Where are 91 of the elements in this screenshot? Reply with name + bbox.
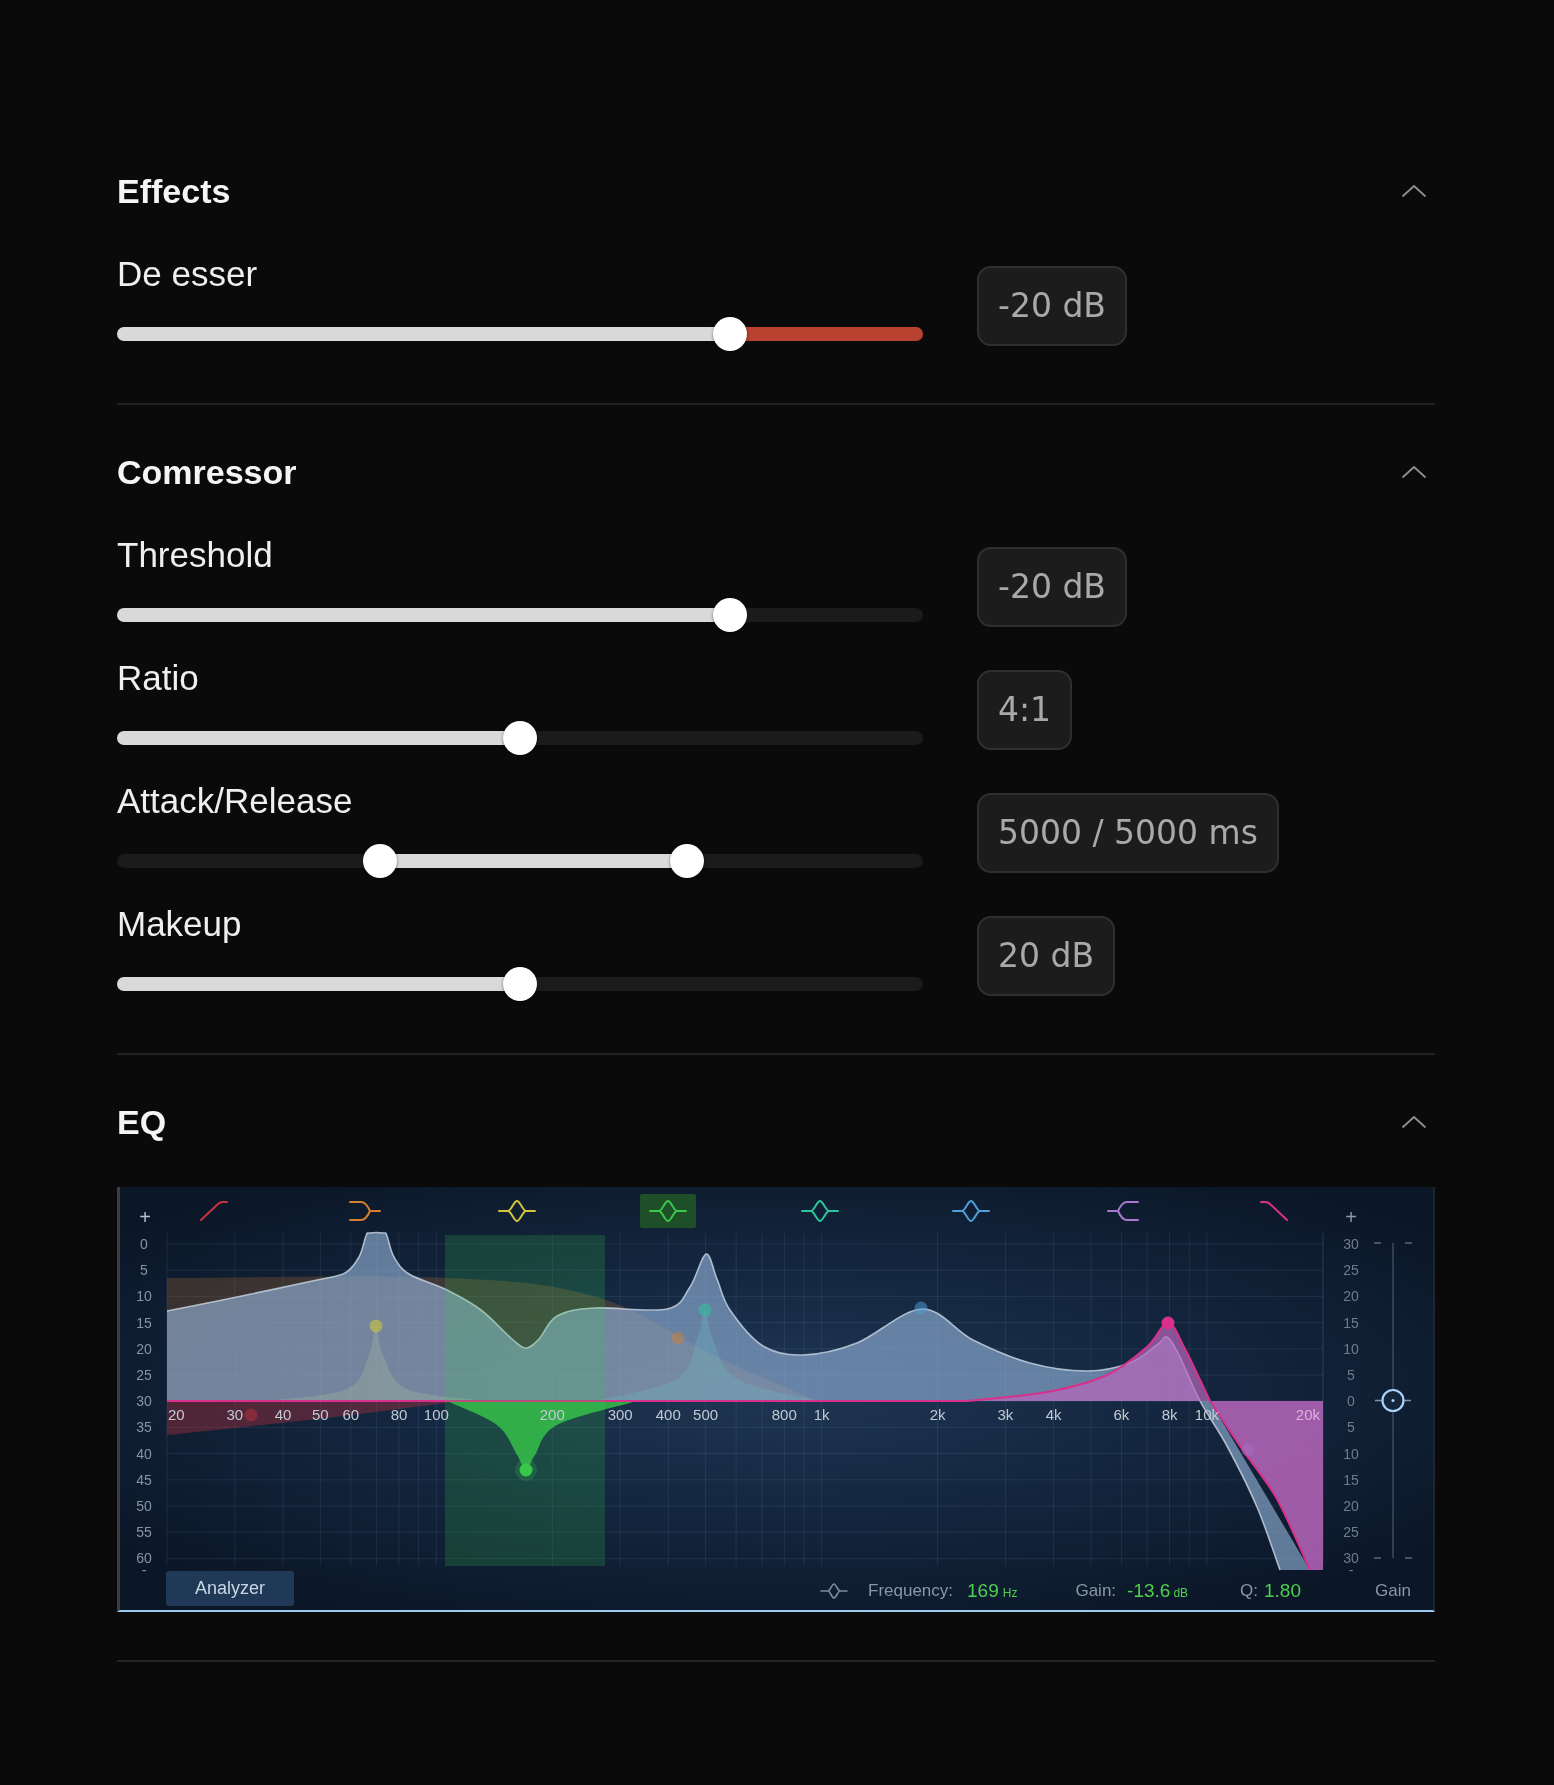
frequency-label: 8k [1161,1405,1178,1423]
frequency-unit: Hz [1002,1585,1018,1602]
db-scale-label: 15 [136,1314,152,1331]
band-handle[interactable] [1241,1443,1255,1457]
slider-thumb[interactable] [503,721,537,755]
frequency-label: 4k [1045,1405,1062,1423]
frequency-label: 40 [274,1405,292,1423]
band-handle[interactable] [369,1319,383,1333]
frequency-label: 6k [1113,1405,1130,1423]
frequency-label: 20k [1295,1405,1320,1423]
gain-unit: dB [1173,1585,1189,1602]
slider-thumb[interactable] [503,967,537,1001]
frequency-label: 3k [997,1405,1014,1423]
bell-filter-icon [820,1583,848,1599]
slider-thumb[interactable] [669,844,704,878]
slider-track[interactable] [117,721,923,755]
db-scale-label: 45 [136,1471,152,1488]
gain-scale-label: 10 [1343,1340,1359,1357]
frequency-label: 20 [168,1405,185,1423]
db-scale-label: 50 [136,1498,152,1514]
value-readout: 20 dB [977,916,1116,996]
slider-track[interactable] [117,967,923,1001]
frequency-label: Frequency: [868,1580,954,1603]
gain-scale-label: 25 [1343,1262,1359,1279]
frequency-label: 300 [607,1405,633,1423]
control-label: De esser [117,254,259,294]
gain-label: Gain: [1075,1580,1117,1603]
gain-scale-label: 10 [1343,1445,1359,1462]
section-title: EQ [117,1102,167,1142]
control-label: Attack/Release [117,781,354,821]
frequency-label: 800 [771,1405,797,1423]
slider-track[interactable] [117,317,923,351]
db-scale-label: 40 [136,1445,152,1462]
scale-plus-sign: + [139,1206,151,1228]
db-scale-label: 20 [136,1340,152,1357]
frequency-label: 1k [813,1405,830,1423]
frequency-value: 169 [967,1578,999,1603]
band-handle[interactable] [914,1301,928,1315]
gain-scale-label: 15 [1343,1471,1359,1488]
control-label: Makeup [117,904,243,944]
db-scale-label: 30 [136,1393,152,1410]
section-title: Effects [117,171,231,211]
slider-thumb[interactable] [712,598,747,632]
q-value: 1.80 [1264,1578,1301,1603]
db-scale-label: 35 [136,1419,152,1436]
db-scale-label: 0 [140,1236,148,1252]
control-label: Ratio [117,658,200,698]
slider-thumb[interactable] [712,317,747,351]
gain-scale-label: 5 [1347,1419,1355,1436]
gain-fader-handle[interactable] [1374,1388,1412,1413]
slider-track[interactable] [117,598,923,632]
value-readout: -20 dB [977,266,1127,346]
q-label: Q: [1240,1580,1258,1603]
gain-scale-label: 0 [1347,1393,1355,1410]
frequency-label: 80 [390,1405,408,1423]
frequency-label: 500 [693,1405,719,1423]
gain-fader-label: Gain [1374,1580,1412,1602]
frequency-label: 200 [539,1405,565,1423]
gain-scale-label: 30 [1343,1236,1359,1252]
frequency-label: 2k [929,1405,946,1423]
band-handle[interactable] [244,1408,258,1422]
db-scale-label: 25 [136,1367,152,1383]
frequency-label: 100 [423,1405,449,1423]
db-scale-label: 55 [136,1524,152,1541]
db-scale-label: 10 [136,1288,152,1305]
control-label: Threshold [117,535,274,575]
value-readout: 5000 / 5000 ms [977,793,1279,873]
frequency-label: 30 [226,1405,244,1423]
band-button[interactable] [640,1194,697,1228]
slider-thumb[interactable] [362,844,397,878]
band-handle[interactable] [515,1459,537,1481]
gain-scale-label: 20 [1343,1288,1359,1305]
gain-fader-track[interactable] [1373,1242,1413,1559]
value-readout: 4:1 [977,670,1073,750]
section-title: Comressor [117,452,297,492]
scale-plus-sign: + [1345,1206,1357,1228]
slider-track[interactable] [117,844,923,878]
gain-value: -13.6 [1127,1578,1171,1603]
band-handle[interactable] [1161,1316,1175,1330]
gain-scale-label: 15 [1343,1314,1359,1331]
gain-scale-label: 20 [1343,1498,1359,1514]
analyzer-button[interactable]: Analyzer [166,1571,294,1606]
band-handle[interactable] [698,1303,712,1317]
frequency-label: 400 [655,1405,681,1423]
band-handle[interactable] [671,1331,685,1345]
frequency-label: 50 [312,1405,329,1423]
gain-scale-label: 5 [1347,1367,1355,1383]
value-readout: -20 dB [977,547,1127,627]
frequency-label: 60 [342,1405,360,1423]
db-scale-label: 5 [140,1262,148,1279]
gain-scale-label: 25 [1343,1524,1359,1541]
